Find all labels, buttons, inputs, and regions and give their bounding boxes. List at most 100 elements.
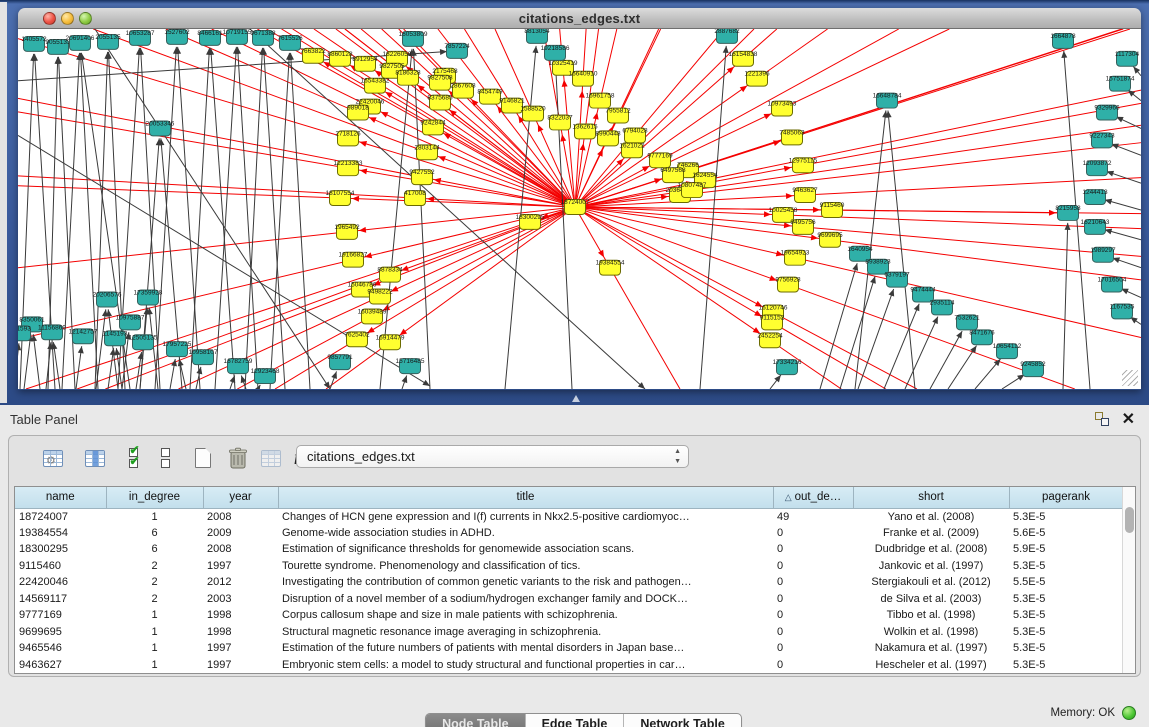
graph-node[interactable]: 1145193 xyxy=(103,330,128,345)
graph-node[interactable]: 1965492 xyxy=(334,224,360,239)
cell-year[interactable]: 2009 xyxy=(203,525,278,542)
graph-node[interactable]: 17957225 xyxy=(163,341,192,356)
graph-node[interactable]: 417008 xyxy=(404,190,426,205)
table-row[interactable]: 969969511998Structural magnetic resonanc… xyxy=(15,624,1123,641)
graph-node[interactable]: 10719155 xyxy=(223,29,252,44)
table-row[interactable]: 1872400712008Changes of HCN gene express… xyxy=(15,508,1123,525)
graph-node[interactable]: 16210643 xyxy=(1081,219,1110,234)
cell-out[interactable]: 0 xyxy=(773,558,853,575)
graph-node[interactable]: 9115152 xyxy=(760,314,785,329)
cell-short[interactable]: Franke et al. (2009) xyxy=(853,525,1009,542)
graph-node[interactable]: 8912954 xyxy=(352,56,378,71)
table-row[interactable]: 1830029562008Estimation of significance … xyxy=(15,541,1123,558)
graph-node[interactable]: 8215958 xyxy=(1055,205,1081,220)
graph-node[interactable]: 15716485 xyxy=(396,358,425,373)
table-row[interactable]: 1456911722003Disruption of a novel membe… xyxy=(15,591,1123,608)
graph-node[interactable]: 9756928 xyxy=(775,277,801,292)
graph-node[interactable]: 15751874 xyxy=(1106,76,1135,91)
graph-node[interactable]: 2452254 xyxy=(757,332,783,347)
cell-in_degree[interactable]: 1 xyxy=(106,657,203,674)
graph-node[interactable]: 8471676 xyxy=(969,329,995,344)
cell-pagerank[interactable]: 5.3E-5 xyxy=(1009,657,1123,674)
cell-title[interactable]: Structural magnetic resonance image aver… xyxy=(278,624,773,641)
graph-node[interactable]: 19166827 xyxy=(339,252,368,267)
cell-name[interactable]: 9699695 xyxy=(15,624,106,641)
cell-out[interactable]: 0 xyxy=(773,657,853,674)
cell-title[interactable]: Estimation of significance thresholds fo… xyxy=(278,541,773,558)
graph-node[interactable]: 8375685 xyxy=(427,95,453,110)
graph-node[interactable]: 2055135 xyxy=(95,34,121,49)
graph-node[interactable]: 7485063 xyxy=(779,129,805,144)
graph-node[interactable]: 17334216 xyxy=(773,359,802,374)
graph-node[interactable]: 12213383 xyxy=(334,160,363,175)
cell-in_degree[interactable]: 1 xyxy=(106,607,203,624)
graph-node[interactable]: 10973493 xyxy=(768,101,797,116)
cell-pagerank[interactable]: 5.3E-5 xyxy=(1009,591,1123,608)
graph-node[interactable]: 1362615 xyxy=(572,123,598,138)
table-scrollbar[interactable] xyxy=(1122,487,1135,673)
cell-title[interactable]: Genome-wide association studies in ADHD. xyxy=(278,525,773,542)
cell-title[interactable]: Disruption of a novel member of a sodium… xyxy=(278,591,773,608)
graph-node[interactable]: 1989297 xyxy=(1090,247,1116,262)
cell-title[interactable]: Tourette syndrome. Phenomenology and cla… xyxy=(278,558,773,575)
graph-node[interactable]: 1167535 xyxy=(1110,303,1135,318)
graph-node[interactable]: 1244413 xyxy=(1082,189,1108,204)
cell-title[interactable]: Changes of HCN gene expression and I(f) … xyxy=(278,508,773,525)
cell-year[interactable]: 1998 xyxy=(203,607,278,624)
graph-node[interactable]: 1621022 xyxy=(619,142,645,157)
column-header-out[interactable]: △out_de… xyxy=(773,487,853,508)
graph-node[interactable]: 1221396 xyxy=(744,71,770,86)
cell-in_degree[interactable]: 2 xyxy=(106,558,203,575)
cell-year[interactable]: 2012 xyxy=(203,574,278,591)
graph-node[interactable]: 12923468 xyxy=(251,368,280,383)
graph-node[interactable]: 391593 xyxy=(18,325,31,340)
resize-grip-icon[interactable] xyxy=(1122,370,1138,386)
cell-out[interactable]: 0 xyxy=(773,574,853,591)
cell-out[interactable]: 0 xyxy=(773,541,853,558)
table-row[interactable]: 946362711997Embryonic stem cells: a mode… xyxy=(15,657,1123,674)
graph-node[interactable]: 11156869 xyxy=(38,324,66,339)
graph-node[interactable]: 8860128 xyxy=(327,51,353,66)
cell-short[interactable]: Jankovic et al. (1997) xyxy=(853,558,1009,575)
cell-name[interactable]: 22420046 xyxy=(15,574,106,591)
column-header-in_degree[interactable]: in_degree xyxy=(106,487,203,508)
cell-out[interactable]: 0 xyxy=(773,624,853,641)
cell-out[interactable]: 0 xyxy=(773,607,853,624)
graph-node[interactable]: 8322037 xyxy=(547,115,573,130)
cell-pagerank[interactable]: 5.6E-5 xyxy=(1009,525,1123,542)
graph-node[interactable]: 7625402 xyxy=(344,331,370,346)
cell-out[interactable]: 0 xyxy=(773,640,853,657)
cell-in_degree[interactable]: 1 xyxy=(106,624,203,641)
cell-in_degree[interactable]: 1 xyxy=(106,508,203,525)
cell-pagerank[interactable]: 5.3E-5 xyxy=(1009,640,1123,657)
select-all-button[interactable]: ✔✔ xyxy=(119,444,147,472)
graph-node[interactable]: 2887682 xyxy=(714,29,740,43)
cell-title[interactable]: Corpus callosum shape and size in male p… xyxy=(278,607,773,624)
graph-node[interactable]: 17016504 xyxy=(1098,277,1127,292)
cell-out[interactable]: 0 xyxy=(773,525,853,542)
column-header-title[interactable]: title xyxy=(278,487,773,508)
graph-node[interactable]: 9777169 xyxy=(647,152,673,167)
column-header-pagerank[interactable]: pagerank xyxy=(1009,487,1123,508)
cell-year[interactable]: 2008 xyxy=(203,508,278,525)
graph-node[interactable]: 12975115 xyxy=(789,157,818,172)
float-panel-icon[interactable] xyxy=(1095,412,1109,426)
cell-short[interactable]: de Silva et al. (2003) xyxy=(853,591,1009,608)
graph-node[interactable]: 16053809 xyxy=(399,31,428,46)
graph-node[interactable]: 20691406 xyxy=(66,35,95,50)
graph-node[interactable]: 10654112 xyxy=(993,343,1022,358)
graph-node[interactable]: 16961758 xyxy=(586,93,615,108)
cell-name[interactable]: 9465546 xyxy=(15,640,106,657)
graph-node[interactable]: 7615526 xyxy=(277,35,303,50)
graph-node[interactable]: 2803144 xyxy=(414,144,440,159)
cell-in_degree[interactable]: 1 xyxy=(106,640,203,657)
graph-node[interactable]: 10807487 xyxy=(678,182,707,197)
graph-node[interactable]: 9827508 xyxy=(427,75,453,90)
cell-name[interactable]: 9115460 xyxy=(15,558,106,575)
network-window-titlebar[interactable]: citations_edges.txt xyxy=(18,8,1141,29)
column-header-year[interactable]: year xyxy=(203,487,278,508)
graph-node[interactable]: 6794028 xyxy=(622,127,648,142)
table-selector-dropdown[interactable]: citations_edges.txt ▲▼ xyxy=(296,445,689,468)
cell-short[interactable]: Hescheler et al. (1997) xyxy=(853,657,1009,674)
graph-node[interactable]: 8186328 xyxy=(395,70,421,85)
